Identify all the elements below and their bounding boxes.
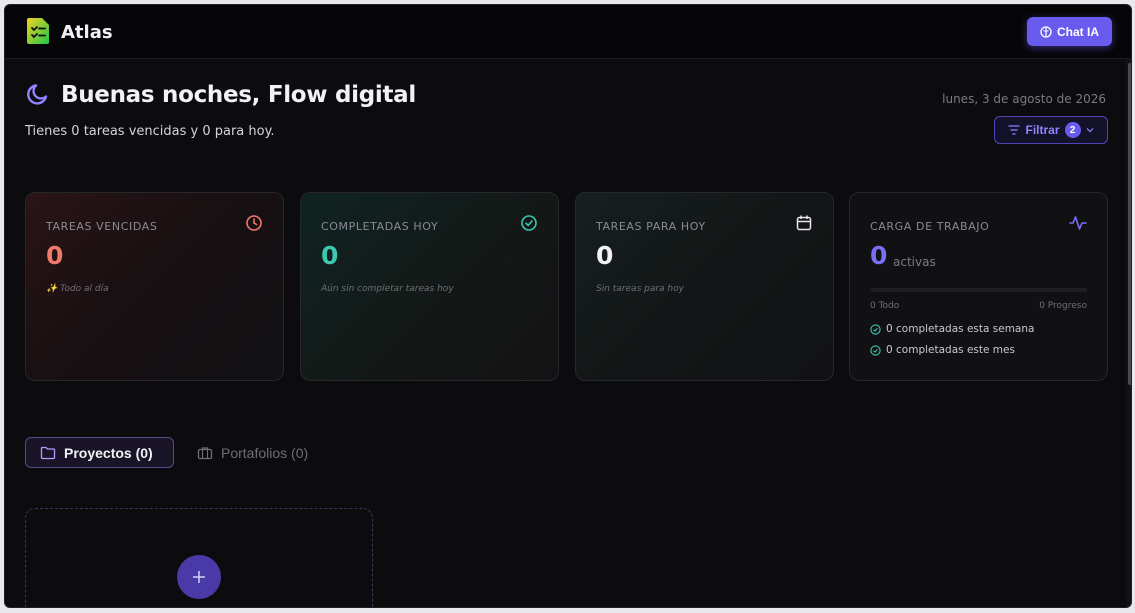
current-date: lunes, 3 de agosto de 2026	[942, 92, 1106, 106]
check-circle-icon	[521, 215, 537, 231]
greeting-title: Buenas noches, Flow digital	[61, 82, 416, 108]
filter-button[interactable]: Filtrar 2	[994, 116, 1108, 144]
card-note: Sin tareas para hoy	[596, 284, 684, 294]
workload-unit: activas	[893, 255, 936, 269]
add-project-button[interactable]	[177, 555, 221, 599]
check-circle-icon	[870, 344, 881, 356]
check-circle-icon	[870, 323, 881, 335]
completed-today-card[interactable]: COMPLETADAS HOY 0 Aún sin completar tare…	[300, 192, 559, 381]
week-completed-stat: 0 completadas esta semana	[870, 323, 1034, 335]
filter-icon	[1008, 125, 1020, 135]
tab-projects[interactable]: Proyectos (0)	[25, 437, 174, 468]
card-label: TAREAS VENCIDAS	[46, 220, 158, 233]
card-note: Aún sin completar tareas hoy	[321, 284, 454, 294]
activity-icon	[1069, 216, 1087, 230]
workload-progress-bar	[870, 288, 1087, 292]
filter-count-badge: 2	[1064, 122, 1081, 138]
filter-label: Filtrar	[1025, 123, 1060, 137]
moon-icon	[27, 84, 48, 105]
top-bar: Atlas Chat IA	[5, 5, 1131, 59]
card-label: COMPLETADAS HOY	[321, 220, 439, 233]
card-note: ✨ Todo al día	[46, 284, 109, 294]
tab-portfolios[interactable]: Portafolios (0)	[197, 437, 308, 468]
scrollbar-thumb[interactable]	[1128, 63, 1131, 385]
chat-ia-button[interactable]: Chat IA	[1027, 17, 1112, 46]
workload-card[interactable]: CARGA DE TRABAJO 0 activas 0 Todo 0 Prog…	[849, 192, 1108, 381]
brain-icon	[1040, 25, 1052, 38]
plus-icon	[193, 571, 205, 583]
card-value: 0	[46, 241, 64, 270]
folder-icon	[40, 446, 56, 459]
in-progress-count: 0 Progreso	[1039, 301, 1087, 311]
card-value: 0	[596, 241, 614, 270]
card-value: 0	[321, 241, 339, 270]
todo-count: 0 Todo	[870, 301, 900, 311]
task-summary: Tienes 0 tareas vencidas y 0 para hoy.	[25, 124, 275, 139]
clock-icon	[246, 215, 262, 231]
atlas-logo-icon	[27, 18, 49, 44]
new-project-card[interactable]	[25, 508, 373, 607]
app-window: Atlas Chat IA Buenas noches, Flow digita…	[4, 4, 1132, 608]
tab-portfolios-label: Portafolios (0)	[221, 444, 309, 461]
app-title: Atlas	[61, 22, 113, 43]
tasks-for-today-card[interactable]: TAREAS PARA HOY 0 Sin tareas para hoy	[575, 192, 834, 381]
tab-projects-label: Proyectos (0)	[64, 444, 153, 461]
month-completed-text: 0 completadas este mes	[886, 344, 1015, 356]
chevron-down-icon	[1086, 128, 1093, 133]
overdue-tasks-card[interactable]: TAREAS VENCIDAS 0 ✨ Todo al día	[25, 192, 284, 381]
calendar-icon	[796, 215, 812, 231]
card-label: TAREAS PARA HOY	[596, 220, 706, 233]
month-completed-stat: 0 completadas este mes	[870, 344, 1015, 356]
briefcase-icon	[197, 446, 213, 459]
card-value: 0	[870, 241, 888, 270]
chat-ia-label: Chat IA	[1057, 24, 1099, 39]
card-label: CARGA DE TRABAJO	[870, 220, 990, 233]
week-completed-text: 0 completadas esta semana	[886, 323, 1035, 335]
